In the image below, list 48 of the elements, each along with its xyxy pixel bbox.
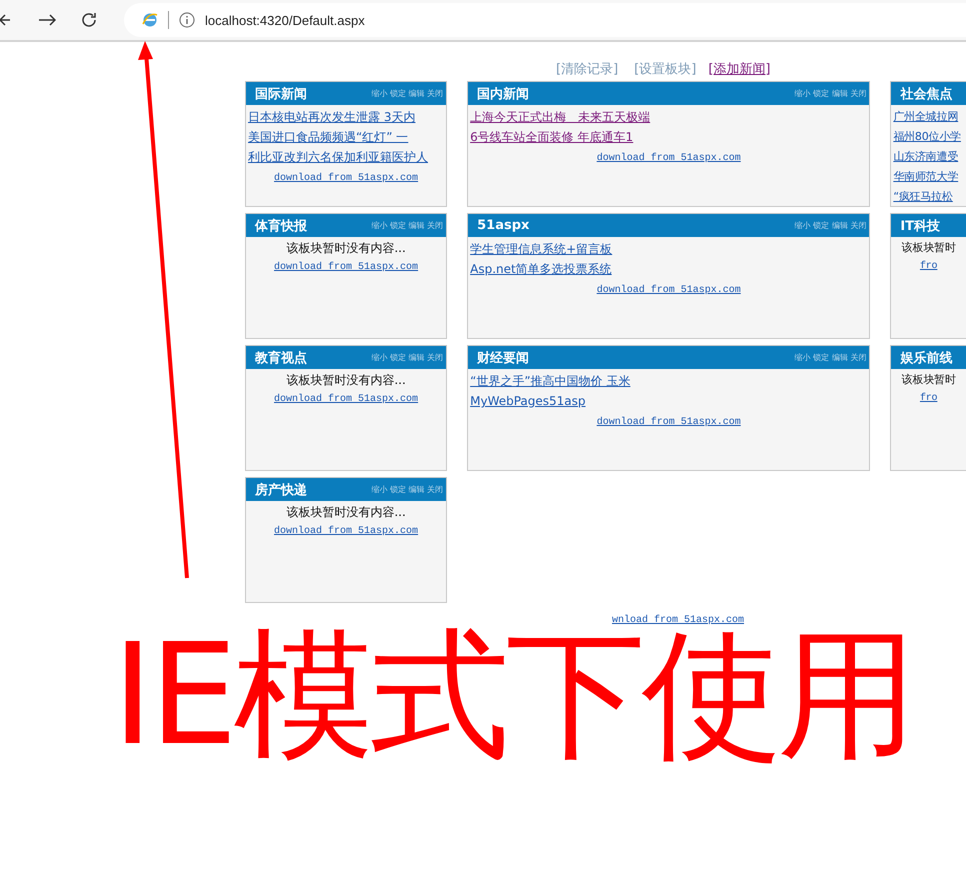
news-link[interactable]: MyWebPages51asp xyxy=(470,391,586,411)
news-link[interactable]: 上海今天正式出梅 未来五天极端 xyxy=(470,107,650,127)
download-link[interactable]: download from 51aspx.com xyxy=(596,285,741,296)
download-link[interactable]: fro xyxy=(920,261,938,272)
panel-title: 51aspx xyxy=(477,218,530,233)
download-link[interactable]: download from 51aspx.com xyxy=(596,417,741,428)
download-link[interactable]: download from 51aspx.com xyxy=(274,394,418,405)
download-link[interactable]: download from 51aspx.com xyxy=(274,262,418,273)
panel-title: 房产快递 xyxy=(255,482,307,498)
panel-title: 教育视点 xyxy=(255,350,307,366)
panel-title: 娱乐前线 xyxy=(900,350,952,366)
panel-title: 社会焦点 xyxy=(900,86,952,102)
panel-title: 体育快报 xyxy=(255,218,307,234)
news-link[interactable]: “世界之手”推高中国物价 玉米 xyxy=(470,371,630,391)
toolbar-link[interactable]: [添加新闻] xyxy=(708,60,770,78)
empty-message: 该板块暂时没有内容... xyxy=(286,241,406,255)
news-link[interactable]: 山东济南遭受 xyxy=(893,147,958,167)
browser-logo-icon xyxy=(142,12,158,28)
back-icon[interactable] xyxy=(0,12,12,28)
news-link[interactable]: 6号线车站全面装修 年底通车1 xyxy=(470,127,634,147)
empty-message: 该板块暂时没有内容... xyxy=(286,505,406,519)
reload-icon[interactable] xyxy=(80,11,98,29)
news-link[interactable]: “疯狂马拉松 xyxy=(893,187,953,207)
news-link[interactable]: 华南师范大学 xyxy=(893,167,958,187)
news-link[interactable]: 利比亚改判六名保加利亚籍医护人 xyxy=(248,147,428,167)
empty-message: 该板块暂时没有内容... xyxy=(286,373,406,387)
empty-message: 该板块暂时 xyxy=(902,373,956,386)
download-link[interactable]: download from 51aspx.com xyxy=(274,526,418,537)
news-link[interactable]: 日本核电站再次发生泄露 3天内 xyxy=(248,107,416,127)
news-link[interactable]: 美国进口食品频频遇“红灯” 一 xyxy=(248,127,408,147)
url-text[interactable]: localhost:4320/Default.aspx xyxy=(205,12,365,28)
news-link[interactable]: 广州全城拉网 xyxy=(893,107,958,127)
news-link[interactable]: 学生管理信息系统+留言板 xyxy=(470,239,612,259)
panel-title: 财经要闻 xyxy=(477,350,530,366)
download-link[interactable]: download from 51aspx.com xyxy=(274,173,418,184)
address-bar[interactable]: localhost:4320/Default.aspx xyxy=(124,3,966,37)
download-link[interactable]: download from 51aspx.com xyxy=(596,153,741,164)
forward-icon[interactable] xyxy=(38,12,56,28)
annotation-text: IE模式下使用 xyxy=(112,626,914,766)
panel-title: 国际新闻 xyxy=(255,86,307,102)
panel-title: 国内新闻 xyxy=(477,86,530,102)
info-icon[interactable] xyxy=(179,12,195,28)
empty-message: 该板块暂时 xyxy=(902,241,956,254)
news-link[interactable]: 福州80位小学 xyxy=(893,127,961,147)
download-link[interactable]: wnload from 51aspx.com xyxy=(612,615,744,626)
panel-title: IT科技 xyxy=(900,218,940,234)
download-link[interactable]: fro xyxy=(920,393,938,404)
news-link[interactable]: Asp.net简单多选投票系统 xyxy=(470,259,612,279)
